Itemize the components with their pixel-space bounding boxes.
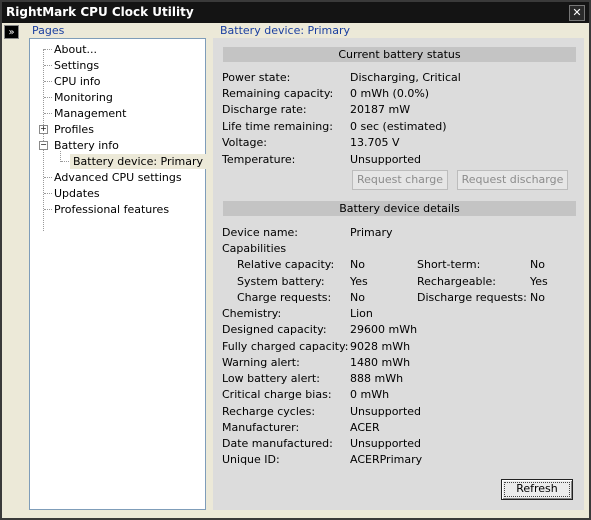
remaining-capacity-value: 0 mWh (0.0%) <box>350 87 430 100</box>
close-icon[interactable]: ✕ <box>569 5 585 21</box>
tree-item-battery-info[interactable]: Battery info <box>54 138 119 153</box>
discharge-rate-value: 20187 mW <box>350 103 411 116</box>
recharge-cycles-value: Unsupported <box>350 405 422 418</box>
pages-header: Pages <box>32 24 65 37</box>
unique-id-label: Unique ID: <box>222 453 280 466</box>
pages-tree[interactable]: About... Settings CPU info Monitoring Ma… <box>29 38 207 510</box>
critical-bias-label: Critical charge bias: <box>222 388 332 401</box>
relative-capacity-value: No <box>350 258 365 271</box>
tree-item-monitoring[interactable]: Monitoring <box>54 90 113 105</box>
warning-alert-value: 1480 mWh <box>350 356 411 369</box>
warning-alert-label: Warning alert: <box>222 356 300 369</box>
title-bar[interactable]: RightMark CPU Clock Utility ✕ <box>2 2 589 23</box>
tree-item-cpu-info[interactable]: CPU info <box>54 74 101 89</box>
chemistry-value: Lion <box>350 307 373 320</box>
window-body: » Pages About... Settings CPU info Monit… <box>2 23 589 518</box>
collapse-battery-info-icon[interactable]: − <box>39 141 48 150</box>
tree-connector <box>44 65 52 66</box>
tree-item-battery-device[interactable]: Battery device: Primary <box>70 154 207 169</box>
tree-item-professional[interactable]: Professional features <box>54 202 169 217</box>
manufacturer-value: ACER <box>350 421 380 434</box>
chemistry-label: Chemistry: <box>222 307 282 320</box>
window-title: RightMark CPU Clock Utility <box>6 5 194 19</box>
refresh-button[interactable]: Refresh <box>501 479 573 500</box>
tree-connector <box>44 113 52 114</box>
battery-panel: Current battery status Power state: Disc… <box>213 38 584 510</box>
power-state-label: Power state: <box>222 71 291 84</box>
tree-connector <box>61 161 69 162</box>
voltage-label: Voltage: <box>222 136 267 149</box>
low-battery-alert-value: 888 mWh <box>350 372 404 385</box>
designed-capacity-label: Designed capacity: <box>222 323 327 336</box>
remaining-capacity-label: Remaining capacity: <box>222 87 334 100</box>
voltage-value: 13.705 V <box>350 136 400 149</box>
lifetime-value: 0 sec (estimated) <box>350 120 447 133</box>
tree-item-updates[interactable]: Updates <box>54 186 100 201</box>
app-window: RightMark CPU Clock Utility ✕ » Pages Ab… <box>0 0 591 520</box>
full-capacity-label: Fully charged capacity: <box>222 340 349 353</box>
charge-requests-value: No <box>350 291 365 304</box>
charge-requests-label: Charge requests: <box>237 291 332 304</box>
relative-capacity-label: Relative capacity: <box>237 258 335 271</box>
tree-connector <box>44 177 52 178</box>
breadcrumb: Battery device: Primary <box>220 24 351 37</box>
manufacturer-label: Manufacturer: <box>222 421 300 434</box>
date-manufactured-label: Date manufactured: <box>222 437 333 450</box>
status-section-header: Current battery status <box>223 47 576 62</box>
short-term-value: No <box>530 258 545 271</box>
tree-connector <box>44 193 52 194</box>
tree-item-management[interactable]: Management <box>54 106 126 121</box>
tree-item-about[interactable]: About... <box>54 42 97 57</box>
device-name-value: Primary <box>350 226 393 239</box>
tree-connector <box>44 209 52 210</box>
power-state-value: Discharging, Critical <box>350 71 461 84</box>
tree-item-settings[interactable]: Settings <box>54 58 99 73</box>
temperature-label: Temperature: <box>222 153 296 166</box>
tree-item-advanced-cpu[interactable]: Advanced CPU settings <box>54 170 182 185</box>
full-capacity-value: 9028 mWh <box>350 340 411 353</box>
discharge-requests-label: Discharge requests: <box>417 291 527 304</box>
temperature-value: Unsupported <box>350 153 422 166</box>
rechargeable-label: Rechargeable: <box>417 275 497 288</box>
lifetime-label: Life time remaining: <box>222 120 333 133</box>
expand-profiles-icon[interactable]: + <box>39 125 48 134</box>
recharge-cycles-label: Recharge cycles: <box>222 405 316 418</box>
unique-id-value: ACERPrimary <box>350 453 423 466</box>
tree-connector <box>44 81 52 82</box>
critical-bias-value: 0 mWh <box>350 388 390 401</box>
designed-capacity-value: 29600 mWh <box>350 323 418 336</box>
capabilities-label: Capabilities <box>222 242 287 255</box>
expand-pages-button[interactable]: » <box>4 25 19 39</box>
date-manufactured-value: Unsupported <box>350 437 422 450</box>
tree-connector <box>44 49 52 50</box>
device-name-label: Device name: <box>222 226 299 239</box>
request-discharge-button[interactable]: Request discharge <box>457 170 568 190</box>
system-battery-label: System battery: <box>237 275 325 288</box>
details-section-header: Battery device details <box>223 201 576 216</box>
request-charge-button[interactable]: Request charge <box>352 170 448 190</box>
system-battery-value: Yes <box>350 275 368 288</box>
rechargeable-value: Yes <box>530 275 548 288</box>
tree-connector <box>44 97 52 98</box>
short-term-label: Short-term: <box>417 258 481 271</box>
discharge-rate-label: Discharge rate: <box>222 103 307 116</box>
low-battery-alert-label: Low battery alert: <box>222 372 320 385</box>
discharge-requests-value: No <box>530 291 545 304</box>
tree-item-profiles[interactable]: Profiles <box>54 122 94 137</box>
